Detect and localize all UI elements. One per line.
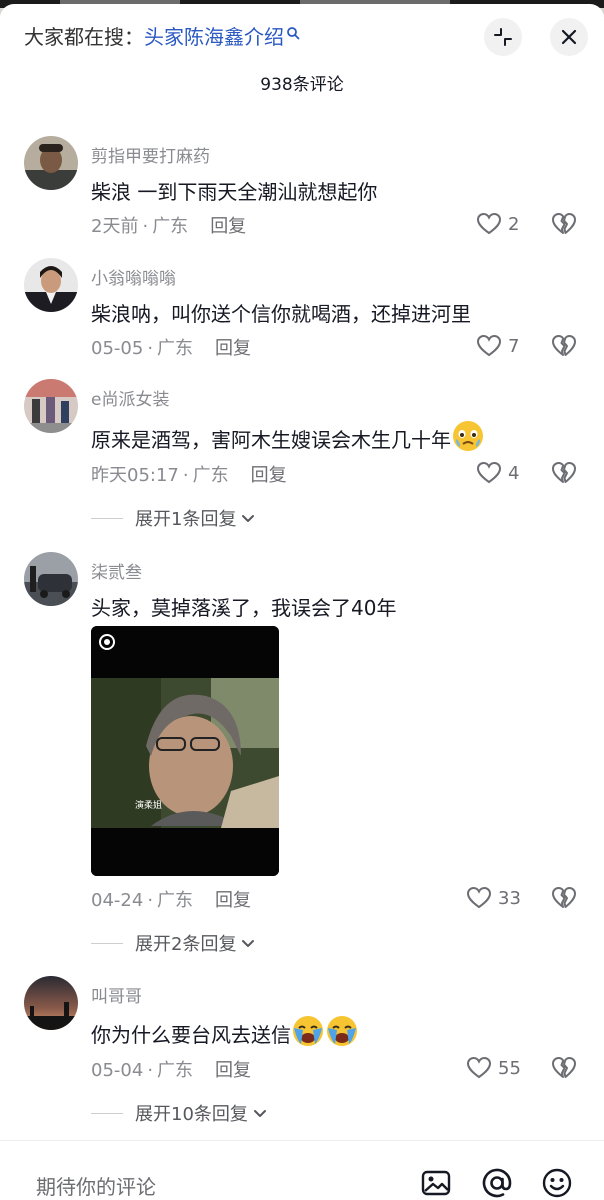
comment-time: 昨天05:17 xyxy=(91,465,179,486)
comment-username[interactable]: 小翁嗡嗡嗡 xyxy=(91,264,176,289)
comment-text: 你为什么要台风去送信 xyxy=(91,1014,359,1048)
comment-username[interactable]: e尚派女装 xyxy=(91,385,169,410)
chevron-down-icon xyxy=(253,1110,266,1117)
search-suggestion-term[interactable]: 头家陈海鑫介绍 xyxy=(144,25,284,49)
like-count: 4 xyxy=(508,462,520,484)
broken-heart-icon[interactable] xyxy=(551,461,577,485)
reply-button[interactable]: 回复 xyxy=(215,1060,251,1081)
comment-input-bar: 期待你的评论 xyxy=(0,1140,604,1200)
avatar[interactable] xyxy=(24,258,78,312)
comment-text: 柴浪 一到下雨天全潮汕就想起你 xyxy=(91,180,378,204)
reply-button[interactable]: 回复 xyxy=(210,216,246,237)
comment-location: 广东 xyxy=(157,1060,194,1081)
like-button[interactable]: 7 xyxy=(476,334,519,358)
expand-replies-button[interactable]: 展开10条回复 xyxy=(91,1100,268,1126)
smiley-icon[interactable] xyxy=(541,1167,573,1199)
comment-meta: 05-05 · 广东 回复 xyxy=(91,338,252,359)
like-count: 33 xyxy=(498,887,521,909)
reply-button[interactable]: 回复 xyxy=(215,338,251,359)
divider xyxy=(91,942,123,944)
comment-video-thumbnail[interactable]: 演柔姐 xyxy=(91,626,279,876)
close-icon xyxy=(561,29,577,45)
crying-face-icon xyxy=(327,1016,357,1046)
search-suggestion-prefix: 大家都在搜： xyxy=(24,25,144,49)
comment-meta: 05-04 · 广东 回复 xyxy=(91,1060,252,1081)
like-button[interactable]: 4 xyxy=(476,461,519,485)
expand-replies-label: 展开10条回复 xyxy=(135,1104,248,1125)
heart-icon xyxy=(476,212,502,235)
comment-location: 广东 xyxy=(157,890,194,911)
search-icon xyxy=(287,27,300,40)
avatar[interactable] xyxy=(24,976,78,1030)
comment-time: 2天前 xyxy=(91,216,139,237)
broken-heart-icon[interactable] xyxy=(551,334,577,358)
comment-meta: 昨天05:17 · 广东 回复 xyxy=(91,465,287,486)
divider xyxy=(91,1112,123,1114)
comment-time: 04-24 xyxy=(91,890,144,911)
like-count: 7 xyxy=(508,335,520,357)
comment-text: 原来是酒驾，害阿木生嫂误会木生几十年 xyxy=(91,419,485,453)
reply-button[interactable]: 回复 xyxy=(251,465,287,486)
like-button[interactable]: 2 xyxy=(476,212,519,236)
comment-text: 柴浪呐，叫你送个信你就喝酒，还掉进河里 xyxy=(91,302,471,326)
comment-text-content: 你为什么要台风去送信 xyxy=(91,1023,291,1047)
comment-location: 广东 xyxy=(192,465,229,486)
crying-face-icon xyxy=(293,1016,323,1046)
video-caption: 演柔姐 xyxy=(135,799,162,811)
expand-replies-button[interactable]: 展开2条回复 xyxy=(91,930,256,956)
collapse-icon xyxy=(494,28,512,46)
comment-text-content: 原来是酒驾，害阿木生嫂误会木生几十年 xyxy=(91,428,451,452)
broken-heart-icon[interactable] xyxy=(551,886,577,910)
comment-count: 938条评论 xyxy=(260,75,344,95)
avatar[interactable] xyxy=(24,136,78,190)
heart-icon xyxy=(466,886,492,909)
heart-icon xyxy=(476,461,502,484)
collapse-button[interactable] xyxy=(484,18,522,56)
like-button[interactable]: 55 xyxy=(466,1056,521,1080)
comments-sheet: 大家都在搜：头家陈海鑫介绍 938条评论 剪指甲要打麻药 柴浪 一到下雨天全潮汕… xyxy=(0,4,604,1200)
close-button[interactable] xyxy=(550,18,588,56)
expand-replies-label: 展开2条回复 xyxy=(135,934,237,955)
sheet-header: 大家都在搜：头家陈海鑫介绍 938条评论 xyxy=(0,4,604,104)
avatar[interactable] xyxy=(24,552,78,606)
expand-replies-label: 展开1条回复 xyxy=(135,509,237,530)
like-count: 55 xyxy=(498,1057,521,1079)
chevron-down-icon xyxy=(242,940,255,947)
expand-replies-button[interactable]: 展开1条回复 xyxy=(91,505,256,531)
broken-heart-icon[interactable] xyxy=(551,212,577,236)
heart-icon xyxy=(466,1056,492,1079)
comment-time: 05-04 xyxy=(91,1060,144,1081)
divider xyxy=(91,517,123,519)
comment-location: 广东 xyxy=(152,216,189,237)
like-count: 2 xyxy=(508,213,520,235)
comment-time: 05-05 xyxy=(91,338,144,359)
heart-icon xyxy=(476,334,502,357)
comment-username[interactable]: 叫哥哥 xyxy=(91,982,142,1007)
reply-button[interactable]: 回复 xyxy=(215,890,251,911)
chevron-down-icon xyxy=(242,515,255,522)
image-icon[interactable] xyxy=(420,1167,452,1199)
search-suggestion[interactable]: 大家都在搜：头家陈海鑫介绍 xyxy=(24,24,300,50)
crying-face-icon xyxy=(453,421,483,451)
like-button[interactable]: 33 xyxy=(466,886,521,910)
comment-username[interactable]: 剪指甲要打麻药 xyxy=(91,142,210,167)
comment-text: 头家，莫掉落溪了，我误会了40年 xyxy=(91,596,397,620)
at-icon[interactable] xyxy=(481,1167,513,1199)
avatar[interactable] xyxy=(24,379,78,433)
broken-heart-icon[interactable] xyxy=(551,1056,577,1080)
comment-meta: 2天前 · 广东 回复 xyxy=(91,216,247,237)
comment-location: 广东 xyxy=(157,338,194,359)
comment-username[interactable]: 柒贰叁 xyxy=(91,558,142,583)
comment-input[interactable]: 期待你的评论 xyxy=(36,1171,156,1200)
comment-meta: 04-24 · 广东 回复 xyxy=(91,890,252,911)
